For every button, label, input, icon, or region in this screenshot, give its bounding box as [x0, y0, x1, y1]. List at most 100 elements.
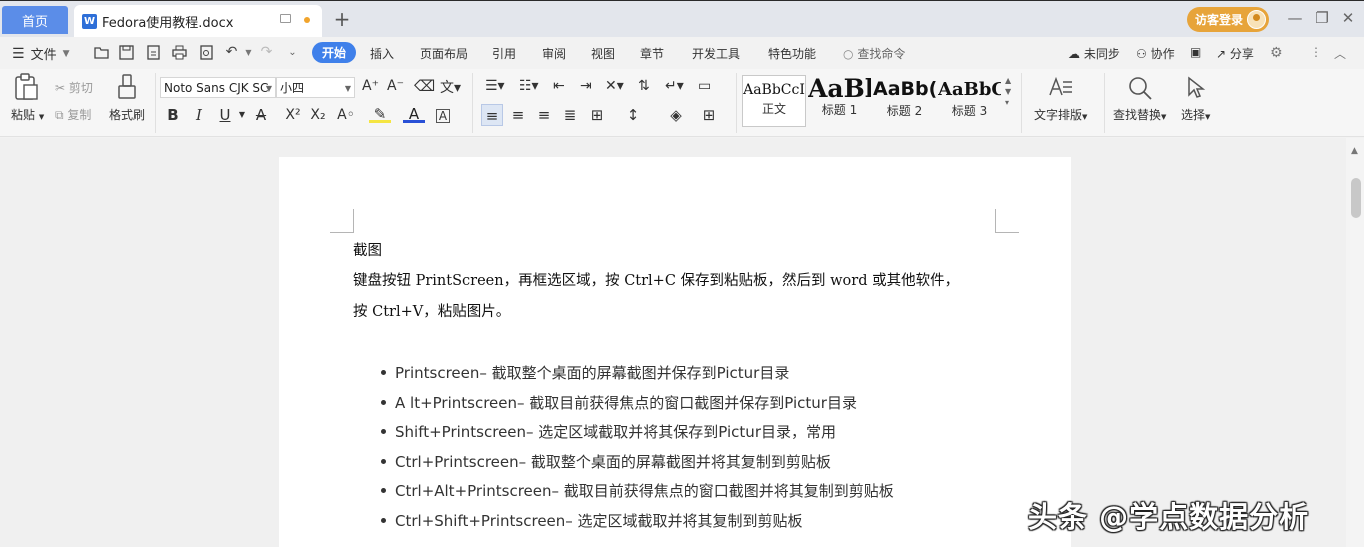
list-item[interactable]: A lt+Printscreen– 截取目前获得焦点的窗口截图并保存到Pictu…	[378, 392, 894, 422]
list-item[interactable]: Ctrl+Shift+Printscreen– 选定区域截取并将其复制到剪贴板	[378, 510, 894, 540]
file-menu[interactable]: ☰ 文件 ▼	[12, 44, 70, 64]
share-button[interactable]: ↗ 分享	[1216, 45, 1254, 62]
quick-access-more-icon[interactable]: ⌄	[284, 44, 301, 61]
copy-button[interactable]: ⧉ 复制	[55, 106, 91, 123]
login-button[interactable]: 访客登录	[1187, 7, 1269, 32]
print-icon[interactable]	[171, 44, 188, 61]
export-pdf-icon[interactable]	[145, 44, 162, 61]
clear-format-icon[interactable]: ⌫	[414, 77, 435, 95]
minimize-icon[interactable]: —	[1286, 9, 1304, 27]
scrollbar-thumb[interactable]	[1351, 178, 1361, 218]
style-gallery-scroll[interactable]: ▲ ▼ ▾	[1005, 75, 1011, 108]
text-layout-icon[interactable]	[1048, 75, 1074, 105]
bullet-list-icon[interactable]: ☰▾	[485, 78, 505, 94]
line-spacing-icon[interactable]: ↕	[622, 104, 644, 126]
grow-font-icon[interactable]: A⁺	[362, 78, 379, 94]
bullet-dot	[381, 429, 386, 435]
style-heading-2[interactable]: AaBb( 标题 2	[873, 75, 936, 127]
cut-button[interactable]: ✂ 剪切	[55, 79, 93, 96]
tab-developer[interactable]: 开发工具	[692, 45, 740, 62]
document-mode-icon[interactable]: ▣	[1190, 45, 1201, 59]
tab-chapter[interactable]: 章节	[640, 45, 664, 62]
character-border-icon[interactable]: A	[436, 109, 450, 123]
doc-paragraph-1[interactable]: 键盘按钮 PrintScreen，再框选区域，按 Ctrl+C 保存到粘贴板，然…	[353, 269, 959, 290]
list-item[interactable]: Ctrl+Alt+Printscreen– 截取目前获得焦点的窗口截图并将其复制…	[378, 480, 894, 510]
share-icon: ↗	[1216, 47, 1227, 61]
sync-status[interactable]: ☁ 未同步	[1068, 45, 1120, 62]
phonetic-guide-icon[interactable]: 文▾	[440, 77, 461, 97]
tab-review[interactable]: 审阅	[542, 45, 566, 62]
font-color-icon[interactable]: A	[403, 105, 425, 123]
more-options-icon[interactable]: ⋮	[1310, 45, 1322, 59]
doc-heading[interactable]: 截图	[353, 239, 382, 260]
list-item[interactable]: Printscreen– 截取整个桌面的屏幕截图并保存到Pictur目录	[378, 362, 894, 392]
undo-icon[interactable]: ↶	[223, 44, 240, 61]
doc-paragraph-2[interactable]: 按 Ctrl+V，粘贴图片。	[353, 300, 510, 321]
tab-insert[interactable]: 插入	[370, 45, 394, 62]
justify-icon[interactable]: ≣	[559, 104, 581, 126]
style-heading-1[interactable]: AaBl 标题 1	[808, 74, 871, 127]
borders-icon[interactable]: ⊞	[698, 104, 720, 126]
find-replace-icon[interactable]	[1127, 75, 1153, 107]
style-normal[interactable]: AaBbCcI 正文	[742, 75, 806, 127]
align-right-icon[interactable]: ≡	[533, 104, 555, 126]
restore-icon[interactable]: ❐	[1313, 9, 1331, 27]
paste-button[interactable]: 粘贴 ▼	[11, 106, 44, 123]
font-name-select[interactable]: Noto Sans CJK SC ▼	[160, 77, 276, 98]
shrink-font-icon[interactable]: A⁻	[387, 78, 404, 94]
new-tab-button[interactable]: +	[332, 7, 352, 31]
font-size-select[interactable]: 小四 ▼	[276, 77, 355, 98]
scroll-up-icon[interactable]: ▲	[1351, 146, 1358, 156]
tab-features[interactable]: 特色功能	[768, 45, 816, 62]
show-marks-icon[interactable]: ↵▾	[665, 78, 684, 94]
tab-document[interactable]: W Fedora使用教程.docx	[74, 5, 322, 38]
settings-gear-icon[interactable]: ⚙	[1270, 45, 1283, 61]
text-layout-button[interactable]: 文字排版▼	[1034, 106, 1087, 123]
format-painter-icon[interactable]	[116, 74, 138, 106]
paste-icon[interactable]	[13, 73, 39, 107]
align-left-icon[interactable]: ≡	[481, 104, 503, 126]
vertical-scrollbar[interactable]: ▲	[1346, 138, 1364, 547]
strikethrough-icon[interactable]: A	[250, 104, 272, 126]
open-folder-icon[interactable]	[93, 44, 110, 61]
close-icon[interactable]: ✕	[1339, 9, 1357, 27]
shading-icon[interactable]: ◈	[665, 104, 687, 126]
tab-start[interactable]: 开始	[312, 42, 356, 63]
decrease-indent-icon[interactable]: ⇤	[553, 78, 565, 94]
save-icon[interactable]	[118, 44, 135, 61]
distributed-icon[interactable]: ⊞	[586, 104, 608, 126]
tab-view[interactable]: 视图	[591, 45, 615, 62]
italic-icon[interactable]: I	[188, 104, 210, 126]
select-button[interactable]: 选择▼	[1181, 106, 1210, 123]
text-effect-icon[interactable]: A◦	[335, 104, 357, 126]
tab-references[interactable]: 引用	[492, 45, 516, 62]
bullet-dot	[381, 399, 386, 405]
find-replace-button[interactable]: 查找替换▼	[1113, 106, 1166, 123]
collaborate-button[interactable]: ⚇ 协作	[1136, 45, 1175, 62]
tab-page-layout[interactable]: 页面布局	[420, 45, 468, 62]
superscript-icon[interactable]: X²	[282, 104, 304, 126]
subscript-icon[interactable]: X₂	[307, 104, 329, 126]
document-page[interactable]: 截图 键盘按钮 PrintScreen，再框选区域，按 Ctrl+C 保存到粘贴…	[279, 157, 1071, 547]
list-item[interactable]: Ctrl+Printscreen– 截取整个桌面的屏幕截图并将其复制到剪贴板	[378, 451, 894, 481]
tab-home[interactable]: 首页	[2, 6, 68, 34]
style-heading-3[interactable]: AaBbC 标题 3	[938, 75, 1001, 127]
screen-icon[interactable]	[280, 14, 291, 23]
select-cursor-icon[interactable]	[1186, 76, 1206, 106]
increase-indent-icon[interactable]: ⇥	[580, 78, 592, 94]
print-preview-icon[interactable]	[198, 44, 215, 61]
chinese-layout-icon[interactable]: ✕▾	[605, 78, 624, 94]
sort-icon[interactable]: ⇅	[638, 78, 650, 94]
format-painter-button[interactable]: 格式刷	[109, 106, 145, 123]
collapse-ribbon-icon[interactable]: ︿	[1334, 45, 1346, 62]
command-search[interactable]: ○ 查找命令	[843, 45, 905, 62]
list-item[interactable]: Shift+Printscreen– 选定区域截取并将其保存到Pictur目录，…	[378, 421, 894, 451]
undo-dropdown-icon[interactable]: ▼	[240, 44, 257, 61]
avatar-icon	[1247, 10, 1266, 29]
redo-icon[interactable]: ↷	[258, 44, 275, 61]
numbered-list-icon[interactable]: ☷▾	[519, 78, 539, 94]
bold-icon[interactable]: B	[162, 104, 184, 126]
highlight-icon[interactable]: ✎	[369, 105, 391, 123]
align-center-icon[interactable]: ≡	[507, 104, 529, 126]
table-border-icon[interactable]: ▭	[698, 78, 711, 94]
